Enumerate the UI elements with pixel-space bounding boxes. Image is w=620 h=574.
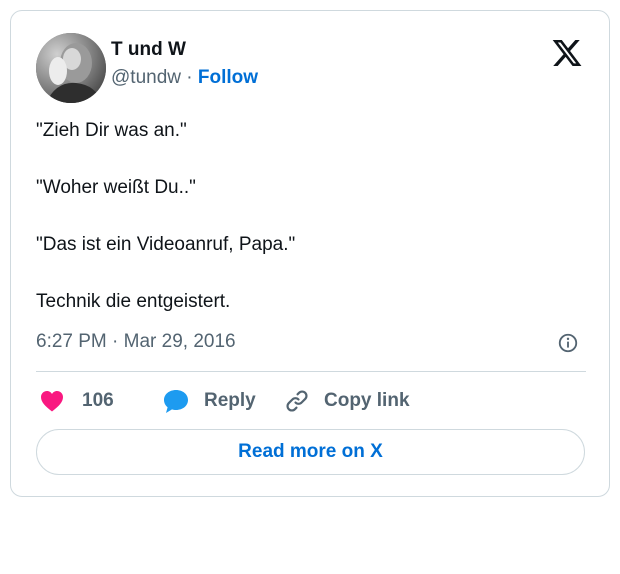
link-icon	[286, 390, 308, 412]
tweet-card: T und W @tundw · Follow "Zieh Dir was an…	[10, 10, 610, 497]
info-icon[interactable]	[557, 332, 579, 354]
action-bar: 106 Reply Copy link	[36, 385, 586, 417]
tweet-line: "Woher weißt Du.."	[36, 177, 196, 198]
like-button[interactable]: 106	[40, 385, 114, 417]
tweet-text: "Zieh Dir was an." "Woher weißt Du.." "D…	[36, 119, 586, 314]
handle-separator: ·	[186, 67, 193, 88]
divider	[36, 371, 586, 372]
x-logo-icon[interactable]	[551, 37, 583, 69]
tweet-line: Technik die entgeistert.	[36, 291, 231, 312]
speech-bubble-icon	[164, 390, 188, 413]
reply-button[interactable]: Reply	[162, 385, 256, 417]
author-handle-line: @tundw · Follow	[111, 67, 258, 89]
read-more-button[interactable]: Read more on X	[36, 429, 585, 475]
like-count: 106	[82, 390, 114, 411]
copy-link-label: Copy link	[324, 390, 410, 411]
avatar[interactable]	[36, 33, 106, 103]
avatar-image	[36, 33, 106, 103]
author-handle[interactable]: @tundw	[111, 67, 181, 88]
tweet-line: "Zieh Dir was an."	[36, 120, 187, 141]
heart-icon	[41, 391, 63, 412]
author-name[interactable]: T und W	[111, 39, 186, 61]
reply-label: Reply	[204, 390, 256, 411]
follow-button[interactable]: Follow	[198, 67, 258, 88]
copy-link-button[interactable]: Copy link	[284, 385, 410, 417]
tweet-timestamp[interactable]: 6:27 PM · Mar 29, 2016	[36, 331, 236, 353]
tweet-line: "Das ist ein Videoanruf, Papa."	[36, 234, 296, 255]
